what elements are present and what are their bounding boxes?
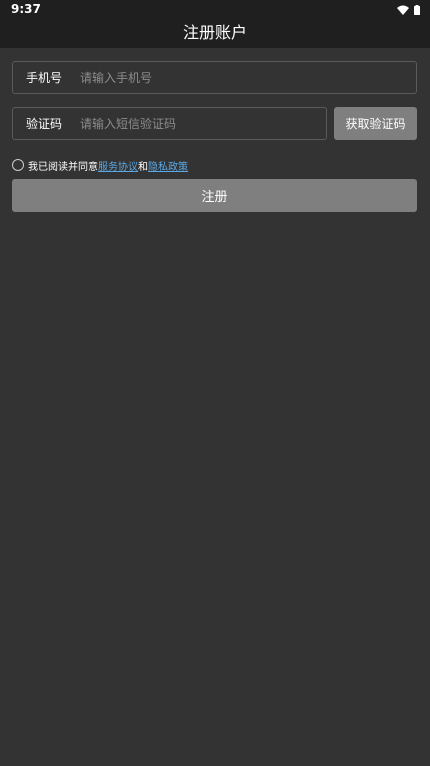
agreement: 我已阅读并同意 服务协议 和 隐私政策 (12, 158, 188, 173)
phone-label: 手机号 (26, 71, 63, 85)
code-label: 验证码 (26, 117, 63, 131)
wifi-icon (397, 0, 409, 19)
register-button[interactable]: 注册 (12, 179, 417, 212)
phone-input[interactable] (68, 62, 416, 93)
phone-field[interactable]: 手机号 (12, 61, 417, 94)
app-bar: 注册账户 (0, 18, 430, 48)
get-code-button[interactable]: 获取验证码 (334, 107, 417, 140)
agreement-prefix: 我已阅读并同意 (28, 161, 98, 173)
page-title: 注册账户 (182, 23, 247, 42)
code-field[interactable]: 验证码 (12, 107, 327, 140)
service-agreement-link[interactable]: 服务协议 (98, 158, 138, 173)
agreement-conjunction: 和 (138, 161, 148, 173)
status-bar: 9:37 (0, 0, 430, 18)
status-time: 9:37 (11, 2, 41, 16)
agree-radio[interactable] (12, 159, 24, 171)
status-icons (397, 3, 420, 15)
code-input[interactable] (68, 108, 326, 139)
privacy-policy-link[interactable]: 隐私政策 (148, 158, 188, 173)
battery-icon (414, 0, 420, 19)
